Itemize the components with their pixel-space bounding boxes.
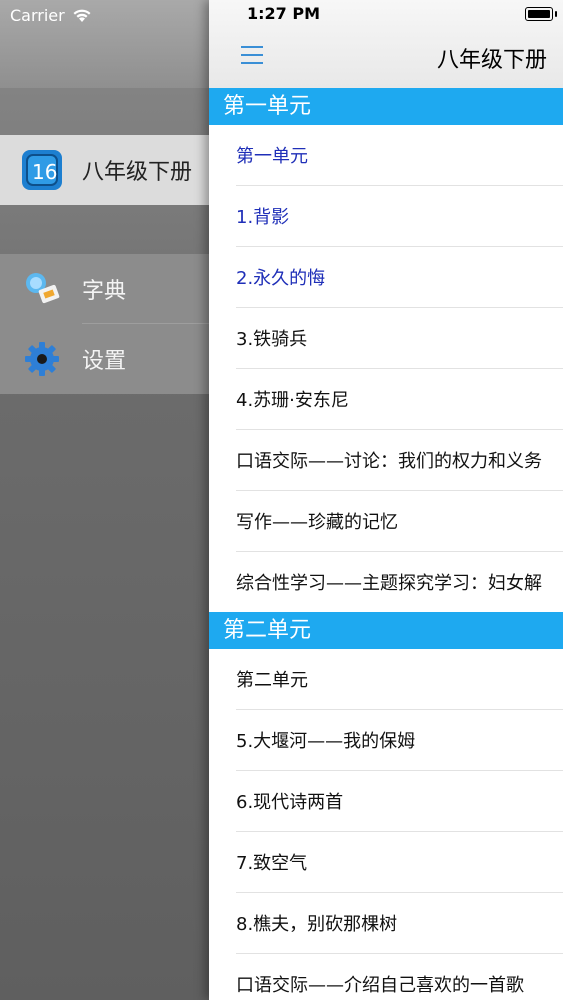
section-header: 第二单元 — [209, 612, 563, 649]
main-panel: 1:27 PM 八年级下册 第一单元 第一单元 1.背影 2.永久的悔 3.铁骑… — [209, 0, 563, 1000]
svg-text:16: 16 — [32, 160, 57, 184]
section-header: 第一单元 — [209, 88, 563, 125]
dictionary-icon — [22, 269, 62, 309]
page-title: 八年级下册 — [436, 48, 547, 73]
battery-icon — [525, 7, 557, 21]
carrier-label: Carrier — [10, 5, 65, 25]
status-time: 1:27 PM — [247, 4, 321, 23]
status-bar-left: Carrier — [10, 4, 93, 26]
hamburger-menu-button[interactable] — [241, 44, 267, 66]
drawer-item-book[interactable]: 16 八年级下册 — [0, 135, 209, 205]
list-item[interactable]: 7.致空气 — [236, 832, 563, 893]
list-item[interactable]: 4.苏珊·安东尼 — [236, 369, 563, 430]
list-item[interactable]: 5.大堰河——我的保姆 — [236, 710, 563, 771]
drawer-item-label: 字典 — [82, 279, 127, 304]
list-item[interactable]: 3.铁骑兵 — [236, 308, 563, 369]
list-item[interactable]: 1.背影 — [236, 186, 563, 247]
drawer-item-dictionary[interactable]: 字典 — [0, 254, 209, 324]
list-item[interactable]: 口语交际——讨论：我们的权力和义务 — [236, 430, 563, 491]
list-item[interactable]: 口语交际——介绍自己喜欢的一首歌 — [236, 954, 563, 1000]
list-item[interactable]: 写作——珍藏的记忆 — [236, 491, 563, 552]
list-item[interactable]: 6.现代诗两首 — [236, 771, 563, 832]
lesson-list: 第一单元 第一单元 1.背影 2.永久的悔 3.铁骑兵 4.苏珊·安东尼 口语交… — [209, 88, 563, 1000]
wifi-icon — [73, 9, 91, 22]
list-item[interactable]: 综合性学习——主题探究学习：妇女解 — [236, 552, 563, 612]
drawer-item-label: 设置 — [82, 349, 127, 374]
list-item[interactable]: 第一单元 — [236, 125, 563, 186]
list-item[interactable]: 第二单元 — [236, 649, 563, 710]
book-app-icon: 16 — [22, 150, 62, 190]
list-item[interactable]: 2.永久的悔 — [236, 247, 563, 308]
drawer-item-label: 八年级下册 — [82, 160, 193, 185]
list-item[interactable]: 8.樵夫，别砍那棵树 — [236, 893, 563, 954]
navigation-bar: 1:27 PM 八年级下册 — [209, 0, 563, 88]
drawer-item-settings[interactable]: 设置 — [0, 324, 209, 394]
gear-icon — [22, 339, 62, 379]
side-drawer: Carrier 16 八年级下册 字典 设置 — [0, 0, 209, 1000]
